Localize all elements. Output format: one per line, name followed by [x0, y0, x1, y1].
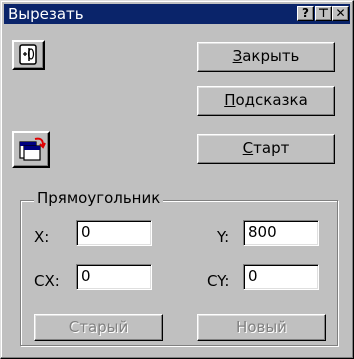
cut-dialog: Вырезать ? ⊤ ✕ Закрыть Подсказка Старт П… [0, 0, 354, 359]
close-icon[interactable]: ✕ [332, 6, 349, 21]
window-capture-icon [19, 137, 46, 161]
close-button[interactable]: Закрыть [197, 42, 335, 72]
pin-icon[interactable]: ⊤ [315, 6, 332, 21]
mouse-icon [19, 44, 37, 65]
x-label: X: [34, 228, 50, 246]
x-field[interactable]: 0 [76, 220, 152, 246]
cy-field[interactable]: 0 [243, 264, 319, 290]
hint-button[interactable]: Подсказка [197, 86, 335, 116]
help-icon[interactable]: ? [297, 6, 314, 21]
old-button[interactable]: Старый [34, 314, 163, 341]
y-label: Y: [217, 228, 230, 246]
capture-window-button[interactable] [12, 131, 50, 168]
window-title: Вырезать [8, 5, 84, 23]
cx-label: CX: [34, 272, 60, 290]
y-field[interactable]: 800 [243, 220, 319, 246]
cx-field[interactable]: 0 [76, 264, 152, 290]
cut-mode-button[interactable] [12, 40, 45, 70]
cy-label: CY: [207, 272, 230, 290]
rectangle-group-label: Прямоугольник [34, 189, 164, 207]
title-bar[interactable]: Вырезать ? ⊤ ✕ [4, 4, 350, 24]
new-button[interactable]: Новый [197, 314, 326, 341]
start-button[interactable]: Старт [197, 134, 335, 164]
